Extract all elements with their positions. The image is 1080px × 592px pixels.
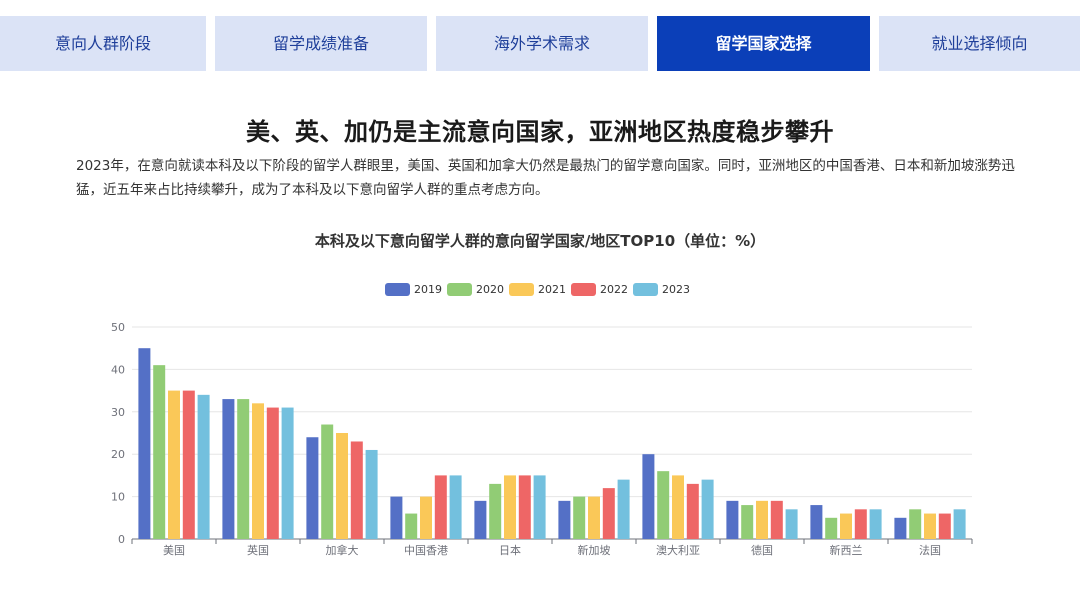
bar-2021-日本[interactable] [504,475,516,539]
bar-2020-美国[interactable] [153,365,166,539]
bar-2021-中国香港[interactable] [420,496,432,539]
legend-label-2023[interactable]: 2023 [662,283,690,296]
y-tick-label: 10 [111,491,125,504]
bar-chart: 本科及以下意向留学人群的意向留学国家/地区TOP10（单位：%）2019 2020… [111,232,973,557]
legend-swatch-2021[interactable] [509,283,534,296]
legend-label-2019[interactable]: 2019 [414,283,442,296]
bar-2019-新西兰[interactable] [810,505,823,539]
bar-2022-加拿大[interactable] [350,441,363,539]
section-headline: 美、英、加仍是主流意向国家，亚洲地区热度稳步攀升 [246,118,834,146]
legend-label-2020[interactable]: 2020 [476,283,504,296]
tab-bar: 意向人群阶段 留学成绩准备 海外学术需求 留学国家选择 就业选择倾向 [0,16,1080,71]
x-tick-label: 澳大利亚 [656,543,700,557]
legend-swatch-2022[interactable] [571,283,596,296]
bar-2022-英国[interactable] [266,407,279,539]
tab-academic-needs[interactable]: 海外学术需求 [436,16,648,71]
chart-title: 本科及以下意向留学人群的意向留学国家/地区TOP10（单位：%） [315,232,765,250]
bar-2020-新西兰[interactable] [825,517,838,539]
bar-2021-新西兰[interactable] [840,513,852,539]
bar-2020-日本[interactable] [489,483,502,539]
y-tick-label: 20 [111,448,125,461]
bar-2020-澳大利亚[interactable] [657,471,670,539]
bar-2023-澳大利亚[interactable] [701,479,714,539]
bar-2023-美国[interactable] [197,394,210,539]
bar-2019-澳大利亚[interactable] [642,454,655,539]
x-tick-label: 德国 [751,543,773,557]
legend-swatch-2019[interactable] [385,283,410,296]
bar-2023-日本[interactable] [533,475,546,539]
bar-2021-法国[interactable] [924,513,936,539]
bar-2021-美国[interactable] [168,390,180,539]
bar-2023-加拿大[interactable] [365,449,378,539]
x-tick-label: 加拿大 [326,543,359,557]
bar-2021-澳大利亚[interactable] [672,475,684,539]
bar-2020-英国[interactable] [237,399,250,539]
bar-2023-法国[interactable] [953,509,966,539]
bar-2019-德国[interactable] [726,500,739,539]
bar-2021-德国[interactable] [756,500,768,539]
x-tick-label: 新加坡 [578,543,611,557]
bar-2022-法国[interactable] [938,513,951,539]
x-tick-label: 日本 [499,543,521,557]
bar-2023-新加坡[interactable] [617,479,630,539]
tab-career-tendency[interactable]: 就业选择倾向 [879,16,1080,71]
tab-country-choice[interactable]: 留学国家选择 [657,16,870,71]
bar-2019-英国[interactable] [222,399,235,539]
bar-2020-法国[interactable] [909,509,922,539]
x-tick-label: 英国 [247,543,269,557]
bar-2021-新加坡[interactable] [588,496,600,539]
y-tick-label: 0 [118,533,125,546]
bar-2020-德国[interactable] [741,505,754,539]
bar-2023-英国[interactable] [281,407,294,539]
legend-swatch-2023[interactable] [633,283,658,296]
bar-2019-法国[interactable] [894,517,907,539]
bar-2023-德国[interactable] [785,509,798,539]
bar-2020-加拿大[interactable] [321,424,334,539]
x-tick-label: 新西兰 [830,543,863,557]
bar-2022-美国[interactable] [182,390,195,539]
legend-label-2022[interactable]: 2022 [600,283,628,296]
legend-swatch-2020[interactable] [447,283,472,296]
bar-2020-新加坡[interactable] [573,496,586,539]
tab-score-prep[interactable]: 留学成绩准备 [215,16,427,71]
section-description: 2023年，在意向就读本科及以下阶段的留学人群眼里，美国、英国和加拿大仍然是最热… [76,158,1015,198]
x-tick-label: 法国 [919,543,941,557]
bar-2023-新西兰[interactable] [869,509,882,539]
y-tick-label: 40 [111,363,125,376]
bar-2021-加拿大[interactable] [336,433,348,539]
bar-2022-日本[interactable] [518,475,531,539]
bar-2022-澳大利亚[interactable] [686,483,699,539]
bar-2020-中国香港[interactable] [405,513,418,539]
x-tick-label: 美国 [163,544,185,557]
tab-intent-stage[interactable]: 意向人群阶段 [0,16,206,71]
bar-2019-中国香港[interactable] [390,496,403,539]
y-tick-label: 50 [111,321,125,334]
y-tick-label: 30 [111,406,125,419]
legend-label-2021[interactable]: 2021 [538,283,566,296]
bar-2022-新加坡[interactable] [602,488,615,539]
bar-2023-中国香港[interactable] [449,475,462,539]
bar-2021-英国[interactable] [252,403,264,539]
bar-2022-新西兰[interactable] [854,509,867,539]
bar-2022-德国[interactable] [770,500,783,539]
bar-2019-加拿大[interactable] [306,437,319,539]
bar-2022-中国香港[interactable] [434,475,447,539]
x-tick-label: 中国香港 [404,544,448,557]
bar-2019-美国[interactable] [138,348,151,539]
bar-2019-新加坡[interactable] [558,500,571,539]
bar-2019-日本[interactable] [474,500,487,539]
